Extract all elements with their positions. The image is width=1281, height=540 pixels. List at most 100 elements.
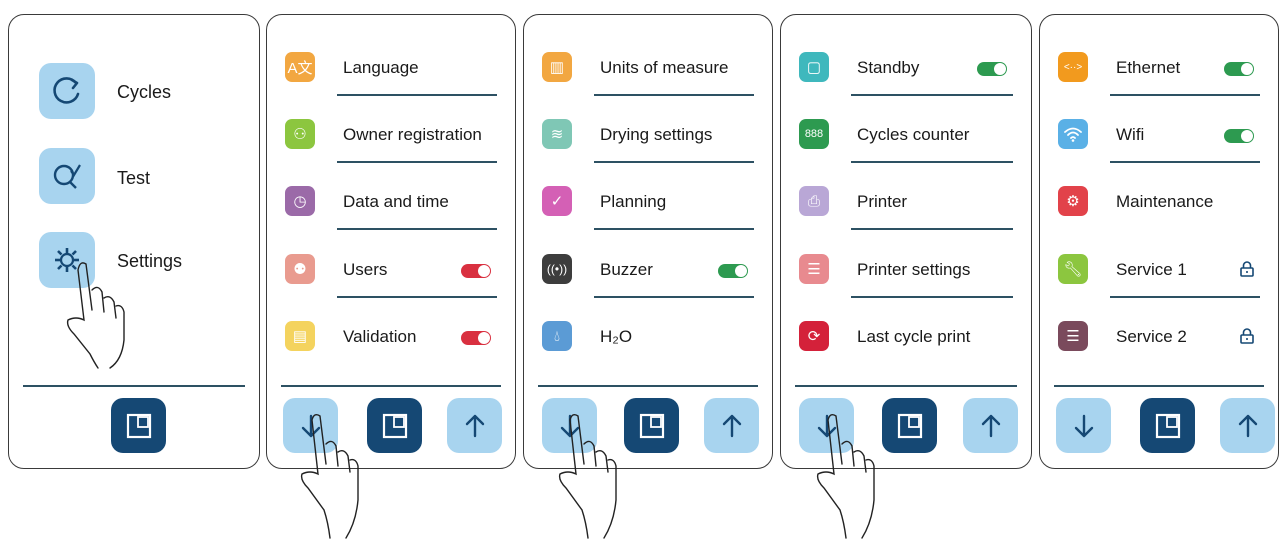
home-panel-icon [126,413,151,438]
lock-icon [1240,328,1254,344]
item-label: Language [343,58,419,77]
pointing-hand-illustration [558,413,617,539]
separator [851,161,1013,163]
service-icon: ☰ [1058,321,1088,351]
cycles-label: Cycles [117,82,172,102]
scroll-down-button[interactable] [1056,398,1111,453]
settings-item-standby[interactable]: ▢ Standby [799,46,1021,102]
settings-item-printer[interactable]: ⎙ Printer [799,180,1021,236]
scroll-up-button[interactable] [1220,398,1275,453]
maintenance-gears-icon: ⚙ [1058,186,1088,216]
pointing-hand-illustration [66,262,125,369]
separator [851,228,1013,230]
print-cycle-icon: ⟳ [799,321,829,351]
buzzer-toggle[interactable] [718,264,748,278]
separator [337,228,497,230]
settings-item-data-and-time[interactable]: ◷ Data and time [285,180,505,236]
check-clock-icon: ✓ [542,186,572,216]
divider [538,385,758,387]
settings-item-printer-settings[interactable]: ☰ Printer settings [799,248,1021,304]
settings-item-service-1[interactable]: 🔧︎ Service 1 [1058,248,1268,304]
item-label: Maintenance [1116,192,1214,211]
divider [281,385,501,387]
home-panel-icon [1155,413,1180,438]
item-label: H₂O [600,327,633,346]
ethernet-icon: <··> [1058,52,1088,82]
item-label: Validation [343,327,417,346]
item-label: Drying settings [600,125,713,144]
separator [337,94,497,96]
home-button[interactable] [1140,398,1195,453]
item-label: Users [343,260,388,279]
item-label: Units of measure [600,58,729,77]
cycles-button[interactable] [39,63,95,119]
item-label: Data and time [343,192,449,211]
settings-item-language[interactable]: A文 Language [285,46,505,102]
settings-item-units-of-measure[interactable]: ▥ Units of measure [542,46,762,102]
home-button[interactable] [111,398,166,453]
pointing-hand-illustration [300,413,359,539]
separator [1110,94,1260,96]
separator [851,296,1013,298]
scroll-up-button[interactable] [704,398,759,453]
pointing-hand-illustration [816,413,875,539]
wifi-toggle[interactable] [1224,129,1254,143]
panel-settings-page-2: ▥ Units of measure ≋ Drying settings ✓ P… [523,14,773,469]
ruler-icon: ▥ [542,52,572,82]
users-icon: ⚉ [285,254,315,284]
validation-toggle[interactable] [461,331,491,345]
settings-item-cycles-counter[interactable]: 888 Cycles counter [799,113,1021,169]
separator [1110,296,1260,298]
settings-item-maintenance[interactable]: ⚙ Maintenance [1058,180,1268,236]
ethernet-toggle[interactable] [1224,62,1254,76]
wrench-icon: 🔧︎ [1058,254,1088,284]
refresh-icon [53,77,80,104]
language-icon: A文 [285,52,315,82]
settings-item-ethernet[interactable]: <··> Ethernet [1058,46,1268,102]
arrow-up-icon [722,414,741,437]
buzzer-icon: ((•)) [542,254,572,284]
settings-item-users[interactable]: ⚉ Users [285,248,505,304]
panel-settings-page-4: <··> Ethernet Wifi ⚙ Maintenance 🔧︎ Serv… [1039,14,1279,469]
separator [594,94,754,96]
item-label: Printer settings [857,260,971,279]
separator [851,94,1013,96]
water-drop-icon: 💧︎ [542,321,572,351]
settings-item-drying-settings[interactable]: ≋ Drying settings [542,113,762,169]
clock-icon: ◷ [285,186,315,216]
users-toggle[interactable] [461,264,491,278]
item-label: Wifi [1116,125,1145,144]
panel-settings-page-1: A文 Language ⚇ Owner registration ◷ Data … [266,14,516,469]
standby-toggle[interactable] [977,62,1007,76]
separator [337,296,497,298]
separator [594,228,754,230]
item-label: Printer [857,192,908,211]
settings-item-service-2[interactable]: ☰ Service 2 [1058,315,1268,371]
divider [795,385,1017,387]
arrow-up-icon [981,414,1000,437]
settings-item-h2o[interactable]: 💧︎ H₂O [542,315,762,371]
settings-item-last-cycle-print[interactable]: ⟳ Last cycle print [799,315,1021,371]
printer-icon: ⎙ [799,186,829,216]
settings-item-planning[interactable]: ✓ Planning [542,180,762,236]
item-label: Cycles counter [857,125,970,144]
scroll-up-button[interactable] [447,398,502,453]
divider [1054,385,1264,387]
divider [23,385,245,387]
settings-item-owner-registration[interactable]: ⚇ Owner registration [285,113,505,169]
document-icon: ☰ [799,254,829,284]
home-panel-icon [639,413,664,438]
dryer-icon: ≋ [542,119,572,149]
settings-item-wifi[interactable]: Wifi [1058,113,1268,169]
test-button[interactable] [39,148,95,204]
arrow-down-icon [1074,414,1093,437]
arrow-up-icon [465,414,484,437]
settings-item-buzzer[interactable]: ((•)) Buzzer [542,248,762,304]
item-label: Owner registration [343,125,482,144]
item-label: Standby [857,58,920,77]
separator [1110,161,1260,163]
panel-settings-page-3: ▢ Standby 888 Cycles counter ⎙ Printer ☰… [780,14,1032,469]
lock-icon [1240,261,1254,277]
scroll-up-button[interactable] [963,398,1018,453]
settings-item-validation[interactable]: ▤ Validation [285,315,505,371]
